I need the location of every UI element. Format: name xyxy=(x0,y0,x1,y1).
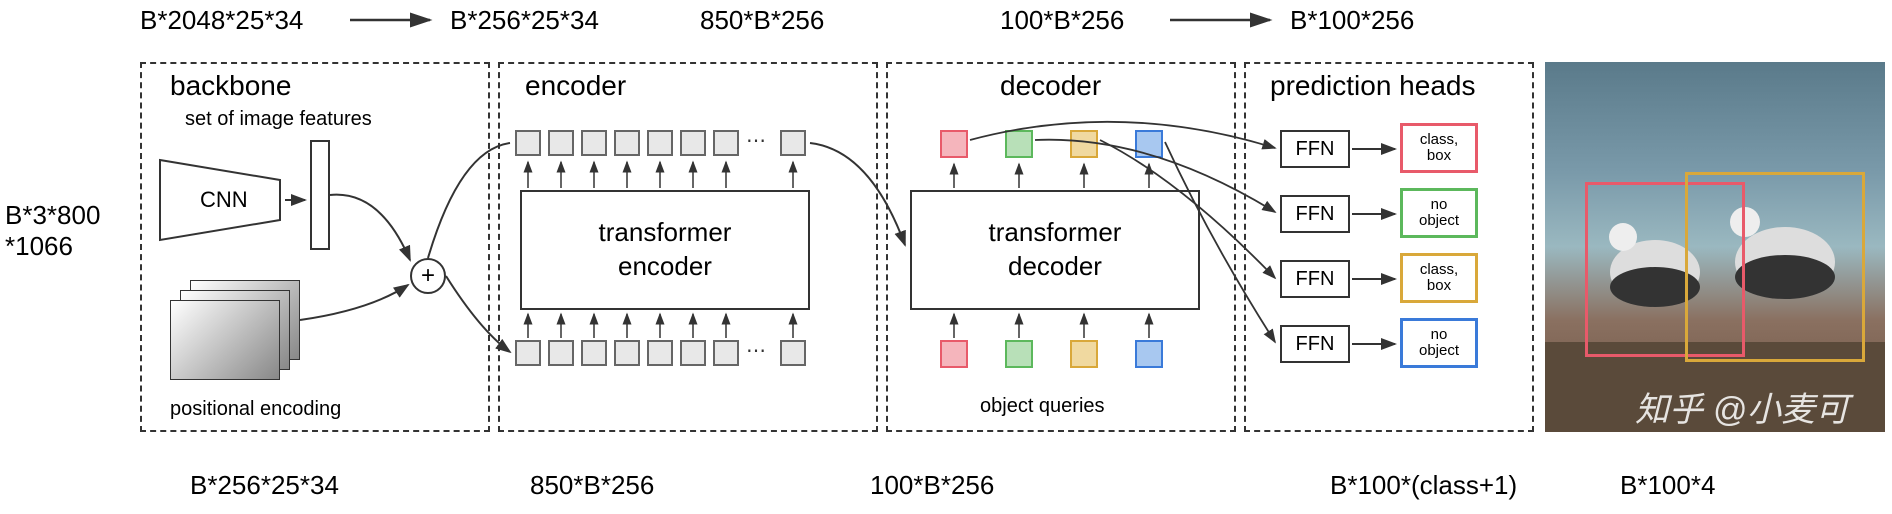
enc-token-in xyxy=(614,340,640,366)
dec-token-in-blue xyxy=(1135,340,1163,368)
transformer-encoder-box: transformer encoder xyxy=(520,190,810,310)
enc-token-in xyxy=(780,340,806,366)
enc-token-out xyxy=(515,130,541,156)
pred-class-box-red: class, box xyxy=(1400,123,1478,173)
set-features-label: set of image features xyxy=(185,108,372,131)
pred-no-object-blue: no object xyxy=(1400,318,1478,368)
enc-token-out xyxy=(780,130,806,156)
watermark-text: 知乎 @小麦可 xyxy=(1635,382,1849,431)
svg-text:CNN: CNN xyxy=(200,187,248,212)
decoder-title: decoder xyxy=(1000,70,1101,102)
dim-bottom-1: B*256*25*34 xyxy=(190,470,339,501)
enc-token-out xyxy=(548,130,574,156)
dim-bottom-2: 850*B*256 xyxy=(530,470,654,501)
dots-icon: ⋯ xyxy=(746,128,766,153)
enc-token-out xyxy=(713,130,739,156)
dec-token-in-red xyxy=(940,340,968,368)
ffn-box-4: FFN xyxy=(1280,325,1350,363)
object-queries-label: object queries xyxy=(980,395,1105,418)
ffn-box-1: FFN xyxy=(1280,130,1350,168)
enc-token-in xyxy=(647,340,673,366)
dim-top-2: B*256*25*34 xyxy=(450,5,599,36)
dec-token-out-orange xyxy=(1070,130,1098,158)
transformer-decoder-box: transformer decoder xyxy=(910,190,1200,310)
enc-token-in xyxy=(680,340,706,366)
enc-token-in xyxy=(581,340,607,366)
enc-token-in xyxy=(515,340,541,366)
dim-top-5: B*100*256 xyxy=(1290,5,1414,36)
enc-token-in xyxy=(713,340,739,366)
feature-column-icon xyxy=(310,140,330,250)
enc-token-out xyxy=(614,130,640,156)
positional-encoding-icon xyxy=(170,280,300,380)
enc-token-out xyxy=(647,130,673,156)
ffn-box-2: FFN xyxy=(1280,195,1350,233)
dec-token-in-orange xyxy=(1070,340,1098,368)
dec-token-out-green xyxy=(1005,130,1033,158)
enc-token-out xyxy=(680,130,706,156)
encoder-title: encoder xyxy=(525,70,626,102)
dec-token-in-green xyxy=(1005,340,1033,368)
dots-icon: ⋯ xyxy=(746,338,766,363)
cnn-trapezoid-icon: CNN xyxy=(155,155,285,245)
output-image: 知乎 @小麦可 xyxy=(1545,62,1885,432)
pred-class-box-orange: class, box xyxy=(1400,253,1478,303)
dim-top-4: 100*B*256 xyxy=(1000,5,1124,36)
bbox-orange xyxy=(1685,172,1865,362)
dim-top-3: 850*B*256 xyxy=(700,5,824,36)
pred-no-object-green: no object xyxy=(1400,188,1478,238)
dim-bottom-4: B*100*(class+1) xyxy=(1330,470,1517,501)
add-icon: + xyxy=(410,258,446,294)
dim-left: B*3*800 *1066 xyxy=(5,200,100,262)
dim-bottom-5: B*100*4 xyxy=(1620,470,1715,501)
ffn-box-3: FFN xyxy=(1280,260,1350,298)
enc-token-in xyxy=(548,340,574,366)
dim-bottom-3: 100*B*256 xyxy=(870,470,994,501)
dec-token-out-red xyxy=(940,130,968,158)
positional-label: positional encoding xyxy=(170,398,341,421)
enc-token-out xyxy=(581,130,607,156)
prediction-heads-module xyxy=(1244,62,1534,432)
heads-title: prediction heads xyxy=(1270,70,1475,102)
backbone-title: backbone xyxy=(170,70,291,102)
dec-token-out-blue xyxy=(1135,130,1163,158)
dim-top-1: B*2048*25*34 xyxy=(140,5,303,36)
